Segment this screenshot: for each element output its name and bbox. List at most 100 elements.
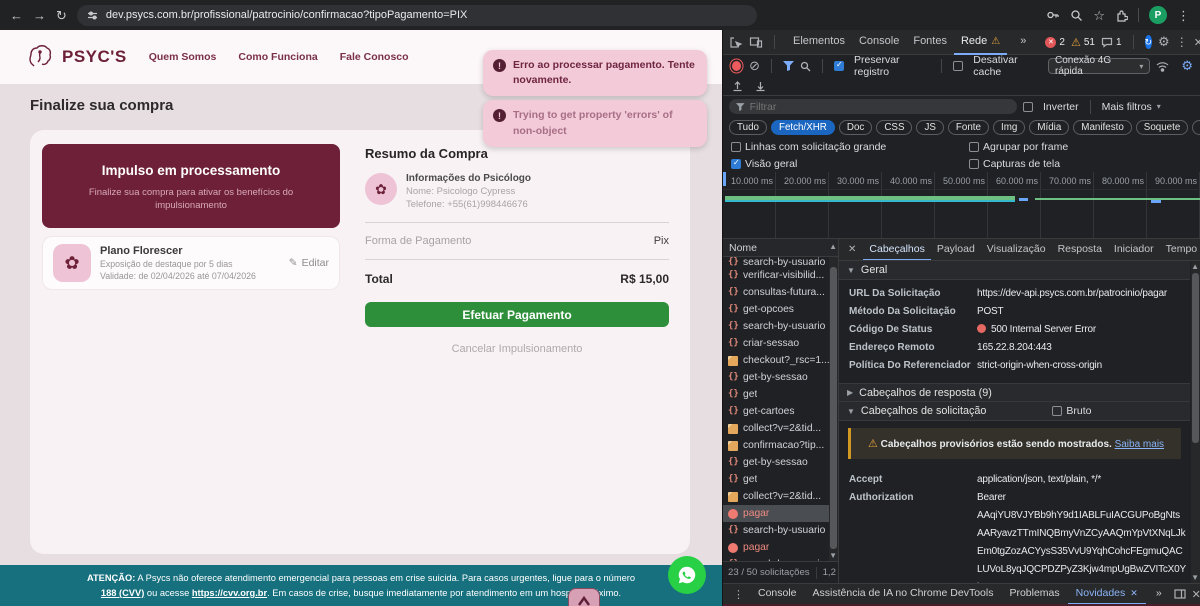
filter-input[interactable] bbox=[750, 101, 1010, 113]
password-key-icon[interactable] bbox=[1046, 8, 1060, 22]
type-chip[interactable]: CSS bbox=[876, 120, 912, 135]
request-row[interactable]: search-by-usuario bbox=[723, 257, 838, 267]
scrollbar-thumb[interactable] bbox=[1192, 273, 1199, 443]
clear-network-icon[interactable]: ⊘ bbox=[749, 58, 760, 74]
general-section-header[interactable]: ▼ Geral bbox=[839, 261, 1190, 280]
close-details-icon[interactable]: ✕ bbox=[843, 244, 861, 255]
invert-filter-checkbox[interactable] bbox=[1023, 102, 1033, 112]
scroll-up-icon[interactable]: ▲ bbox=[1191, 262, 1199, 271]
response-headers-section[interactable]: ▶ Cabeçalhos de resposta (9) bbox=[839, 383, 1190, 402]
type-chip[interactable]: Manifesto bbox=[1073, 120, 1131, 135]
request-row[interactable]: get-cartoes bbox=[723, 403, 838, 420]
group-by-frame-checkbox[interactable] bbox=[969, 142, 979, 152]
scroll-to-top-button[interactable] bbox=[568, 588, 600, 606]
request-row[interactable]: get-by-sessao bbox=[723, 454, 838, 471]
request-list-header[interactable]: Nome ▲ bbox=[723, 239, 838, 257]
nav-link[interactable]: Como Funciona bbox=[238, 51, 317, 63]
type-chip[interactable]: Fetch/XHR bbox=[771, 120, 835, 135]
cvv-site-link[interactable]: https://cvv.org.br bbox=[192, 588, 267, 598]
details-scrollbar[interactable]: ▲ ▼ bbox=[1191, 261, 1200, 583]
type-chip[interactable]: JS bbox=[916, 120, 943, 135]
browser-menu-icon[interactable]: ⋮ bbox=[1177, 9, 1190, 22]
cvv-phone-link[interactable]: 188 (CVV) bbox=[101, 588, 144, 598]
request-row[interactable]: get-opcoes bbox=[723, 301, 838, 318]
details-tab[interactable]: Cabeçalhos bbox=[863, 239, 930, 261]
type-chip[interactable]: Doc bbox=[839, 120, 872, 135]
scroll-down-icon[interactable]: ▼ bbox=[1191, 573, 1199, 582]
pay-button[interactable]: Efetuar Pagamento bbox=[365, 302, 669, 327]
request-row[interactable]: search-by-usuario bbox=[723, 522, 838, 539]
console-warnings-badge[interactable]: ⚠ 51 bbox=[1071, 36, 1095, 49]
request-row[interactable]: consultas-futura... bbox=[723, 284, 838, 301]
settings-gear-icon[interactable]: ⚙ bbox=[1158, 34, 1170, 50]
details-tab[interactable]: Iniciador bbox=[1108, 239, 1160, 261]
overview-checkbox[interactable] bbox=[731, 159, 741, 169]
details-tab[interactable]: Tempo bbox=[1160, 239, 1200, 261]
request-row[interactable]: search-by-usuario bbox=[723, 318, 838, 335]
big-request-rows-checkbox[interactable] bbox=[731, 142, 741, 152]
drawer-more-tabs-icon[interactable]: » bbox=[1148, 584, 1170, 605]
sync-update-icon[interactable]: ↻ bbox=[1145, 35, 1153, 49]
search-icon[interactable] bbox=[800, 61, 811, 72]
cancel-boost-link[interactable]: Cancelar Impulsionamento bbox=[365, 343, 669, 355]
details-tab[interactable]: Payload bbox=[931, 239, 981, 261]
request-row[interactable]: verificar-visibilid... bbox=[723, 267, 838, 284]
dock-panel-icon[interactable] bbox=[1174, 589, 1186, 599]
close-drawer-icon[interactable]: ✕ bbox=[1188, 588, 1200, 601]
preserve-log-checkbox[interactable] bbox=[834, 61, 844, 71]
drawer-tab[interactable]: Assistência de IA no Chrome DevTools✕ bbox=[805, 584, 1002, 605]
more-filters-button[interactable]: Mais filtros ▾ bbox=[1102, 101, 1161, 113]
network-settings-gear-icon[interactable]: ⚙ bbox=[1181, 58, 1193, 74]
console-errors-badge[interactable]: ✕ 2 bbox=[1045, 37, 1065, 48]
inspect-element-icon[interactable] bbox=[729, 36, 743, 49]
request-row[interactable]: collect?v=2&tid... bbox=[723, 420, 838, 437]
network-overview-timeline[interactable]: 10.000 ms20.000 ms30.000 ms40.000 ms50.0… bbox=[723, 172, 1200, 239]
type-chip[interactable]: Mídia bbox=[1029, 120, 1069, 135]
close-devtools-icon[interactable]: ✕ bbox=[1194, 36, 1200, 49]
edit-plan-button[interactable]: ✎ Editar bbox=[289, 257, 329, 269]
brand[interactable]: PSYC'S bbox=[26, 43, 127, 71]
request-row[interactable]: pagar bbox=[723, 539, 838, 556]
close-icon[interactable]: ✕ bbox=[1130, 588, 1138, 599]
profile-avatar[interactable]: P bbox=[1149, 6, 1167, 24]
throttling-select[interactable]: Conexão 4G rápida ▾ bbox=[1048, 58, 1150, 74]
drawer-tab[interactable]: Console✕ bbox=[750, 584, 805, 605]
devtools-tab[interactable]: Console⚠ bbox=[852, 30, 906, 55]
raw-headers-checkbox[interactable] bbox=[1052, 406, 1062, 416]
request-row[interactable]: get-by-sessao bbox=[723, 369, 838, 386]
site-info-icon[interactable] bbox=[87, 10, 98, 21]
whatsapp-button[interactable] bbox=[668, 556, 706, 594]
request-row[interactable]: get bbox=[723, 386, 838, 403]
drawer-tab[interactable]: Problemas✕ bbox=[1001, 584, 1067, 605]
device-toolbar-icon[interactable] bbox=[749, 36, 763, 49]
extensions-icon[interactable] bbox=[1115, 9, 1128, 22]
request-headers-section[interactable]: ▼ Cabeçalhos de solicitação Bruto bbox=[839, 402, 1190, 421]
error-toast[interactable]: ! Trying to get property 'errors' of non… bbox=[483, 100, 707, 146]
details-tab[interactable]: Resposta bbox=[1052, 239, 1108, 261]
import-har-icon[interactable] bbox=[732, 80, 743, 92]
type-chip[interactable]: Fonte bbox=[948, 120, 989, 135]
forward-icon[interactable]: → bbox=[33, 9, 46, 22]
drawer-tab[interactable]: Novidades✕ bbox=[1068, 584, 1146, 605]
learn-more-link[interactable]: Saiba mais bbox=[1115, 439, 1164, 450]
network-conditions-icon[interactable] bbox=[1156, 61, 1169, 72]
scroll-up-icon[interactable]: ▲ bbox=[829, 242, 837, 251]
details-tab[interactable]: Visualização bbox=[981, 239, 1052, 261]
more-tabs-icon[interactable]: » bbox=[1013, 30, 1033, 55]
scroll-down-icon[interactable]: ▼ bbox=[829, 551, 837, 560]
request-row[interactable]: pagar bbox=[723, 505, 838, 522]
issues-badge[interactable]: 1 bbox=[1101, 37, 1122, 48]
nav-link[interactable]: Fale Conosco bbox=[340, 51, 409, 63]
drawer-menu-icon[interactable]: ⋮ bbox=[729, 588, 748, 601]
request-row[interactable]: get bbox=[723, 471, 838, 488]
request-row[interactable]: checkout?_rsc=1... bbox=[723, 352, 838, 369]
reload-icon[interactable]: ↻ bbox=[56, 9, 67, 22]
request-row[interactable]: collect?v=2&tid... bbox=[723, 488, 838, 505]
devtools-tab[interactable]: Elementos⚠ bbox=[786, 30, 852, 55]
devtools-tab[interactable]: Fontes⚠ bbox=[906, 30, 954, 55]
devtools-tab[interactable]: Rede⚠ bbox=[954, 30, 1007, 55]
scrollbar-thumb[interactable] bbox=[830, 267, 837, 549]
nav-link[interactable]: Quem Somos bbox=[149, 51, 217, 63]
timeline-selection-handle[interactable] bbox=[723, 172, 726, 186]
request-row[interactable]: criar-sessao bbox=[723, 335, 838, 352]
